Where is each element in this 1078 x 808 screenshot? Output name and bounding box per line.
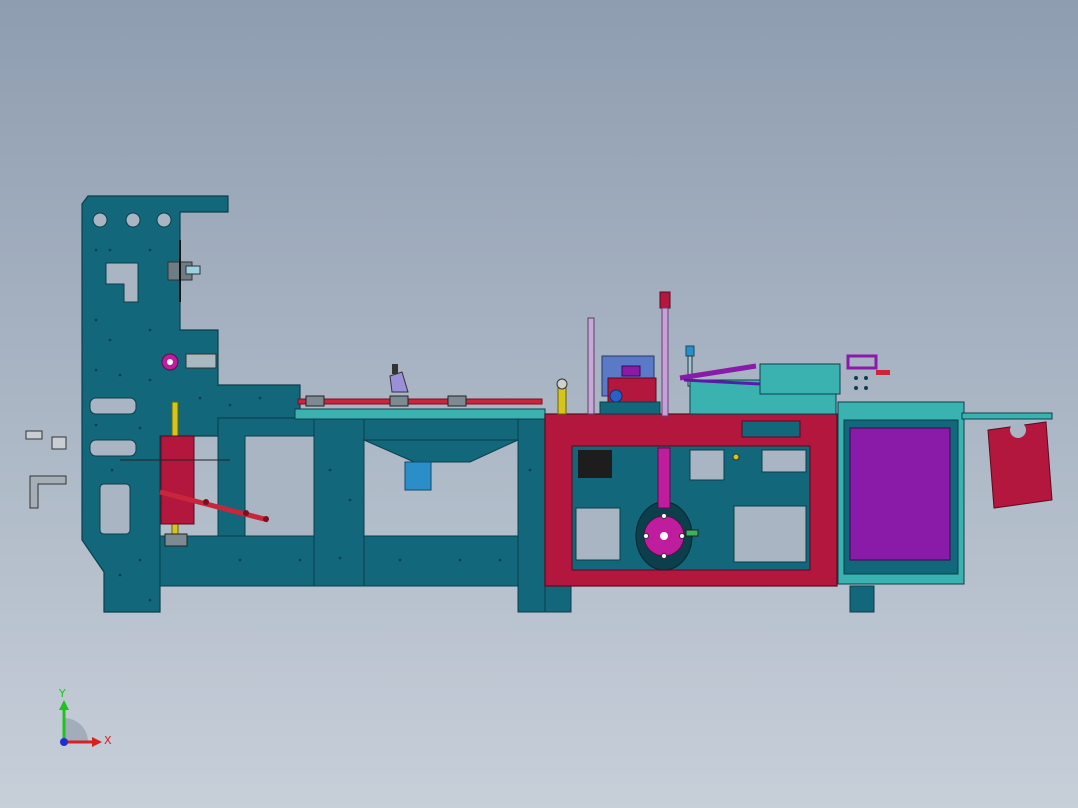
sealing-block[interactable] <box>599 355 661 415</box>
magenta-bearing[interactable] <box>161 353 217 371</box>
cad-viewport[interactable]: Y X <box>0 0 1078 808</box>
z-axis-dot <box>60 738 68 746</box>
loose-parts[interactable] <box>25 430 67 509</box>
feed-conveyor[interactable] <box>294 364 546 420</box>
crimson-main-frame[interactable] <box>544 413 838 587</box>
coordinate-triad-icon <box>59 700 102 747</box>
lower-frame[interactable] <box>159 417 572 613</box>
x-axis-label: X <box>104 734 112 747</box>
funnel-hopper[interactable] <box>363 439 519 491</box>
y-axis-label: Y <box>59 687 66 700</box>
output-tab[interactable] <box>987 421 1053 509</box>
machine-assembly[interactable] <box>0 0 1078 808</box>
